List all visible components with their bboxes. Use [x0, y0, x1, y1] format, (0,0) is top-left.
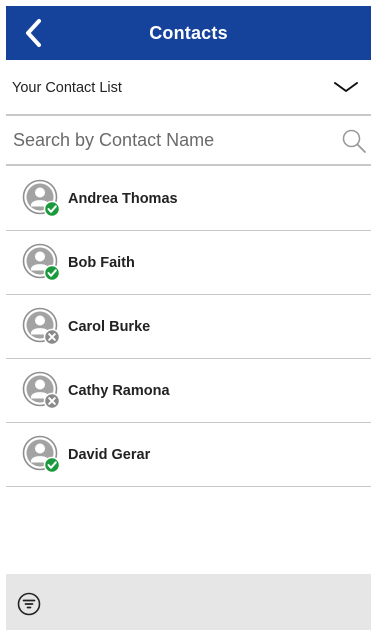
page-title: Contacts [149, 22, 228, 43]
contact-row[interactable]: Cathy Ramona [6, 359, 371, 423]
avatar [22, 307, 61, 346]
contact-row[interactable]: Carol Burke [6, 295, 371, 359]
contact-row[interactable]: Andrea Thomas [6, 167, 371, 231]
contact-row[interactable]: Bob Faith [6, 231, 371, 295]
chevron-left-icon [26, 19, 41, 47]
back-button[interactable] [16, 16, 50, 50]
contact-name: David Gerar [68, 446, 151, 463]
bottom-toolbar [6, 574, 371, 630]
search-icon[interactable] [341, 128, 367, 154]
contact-row[interactable]: David Gerar [6, 423, 371, 487]
app-header: Contacts [6, 6, 371, 60]
avatar [22, 371, 61, 410]
contact-name: Cathy Ramona [68, 382, 170, 399]
contact-name: Andrea Thomas [68, 190, 178, 207]
contact-name: Bob Faith [68, 254, 135, 271]
avatar [22, 243, 61, 282]
contact-list-dropdown[interactable]: Your Contact List [6, 62, 371, 116]
filter-icon[interactable] [17, 592, 41, 616]
search-input[interactable] [13, 120, 333, 160]
contacts-screen: Contacts Your Contact List Andrea Thomas [0, 0, 371, 630]
contact-list-label: Your Contact List [12, 80, 122, 96]
avatar [22, 435, 61, 474]
avatar [22, 179, 61, 218]
contact-name: Carol Burke [68, 318, 151, 335]
contact-list: Andrea Thomas Bob Faith Carol Burke Cath… [6, 167, 371, 487]
search-bar [6, 116, 371, 166]
chevron-down-icon [334, 82, 358, 92]
